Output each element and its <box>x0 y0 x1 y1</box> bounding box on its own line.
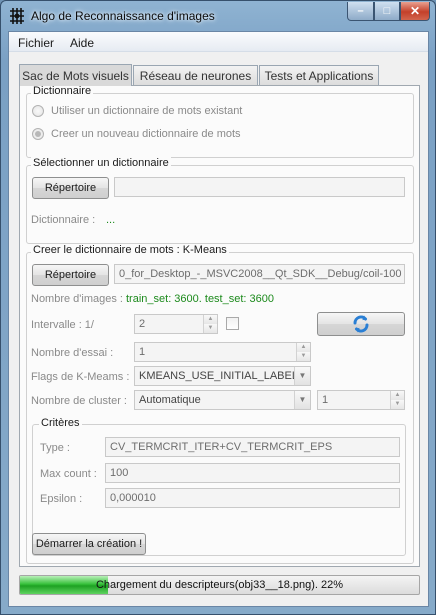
flags-label: Flags de K-Meams : <box>31 371 130 383</box>
window-title: Algo de Reconnaissance d'images <box>31 9 215 23</box>
flags-select[interactable]: KMEANS_USE_INITIAL_LABELS ▼ <box>134 366 311 386</box>
progress-text: Chargement du descripteurs(obj33__18.png… <box>95 579 344 591</box>
spin-down-icon[interactable]: ▼ <box>297 352 310 361</box>
max-count-field[interactable]: 100 <box>105 463 400 483</box>
criteria-type-field[interactable]: CV_TERMCRIT_ITER+CV_TERMCRIT_EPS <box>105 437 400 457</box>
dictionnaire-value: ... <box>106 214 116 226</box>
refresh-button[interactable] <box>317 312 405 336</box>
maximize-button[interactable]: □ <box>374 2 400 21</box>
spin-up-icon[interactable]: ▲ <box>391 391 404 400</box>
attempts-label: Nombre d'essai : <box>31 347 114 359</box>
kmeans-browse-button[interactable]: Répertoire <box>32 264 109 286</box>
spin-down-icon[interactable]: ▼ <box>391 400 404 409</box>
attempts-spinbox[interactable]: 1 ▲ ▼ <box>134 342 311 362</box>
selection-group-title: Sélectionner un dictionnaire <box>31 157 171 169</box>
epsilon-field[interactable]: 0,000010 <box>105 488 400 508</box>
interval-value: 2 <box>139 318 146 330</box>
menu-aide[interactable]: Aide <box>70 36 94 50</box>
interval-checkbox[interactable] <box>226 317 239 330</box>
interval-label: Intervalle : 1/ <box>31 319 94 331</box>
radio-new-label: Creer un nouveau dictionnaire de mots <box>51 128 241 140</box>
images-count-label: Nombre d'images : <box>31 293 123 305</box>
title-bar[interactable]: Algo de Reconnaissance d'images – □ ✕ <box>1 1 435 31</box>
tab-tests-applications[interactable]: Tests et Applications <box>259 65 379 85</box>
menu-bar: Fichier Aide <box>9 32 428 52</box>
dictionnaire-group <box>26 93 414 158</box>
attempts-spin-arrows[interactable]: ▲ ▼ <box>296 343 310 361</box>
chevron-down-icon[interactable]: ▼ <box>294 367 310 385</box>
interval-spinbox[interactable]: 2 ▲ ▼ <box>134 314 218 334</box>
close-button[interactable]: ✕ <box>400 2 430 21</box>
radio-existing-dictionary[interactable] <box>32 105 44 117</box>
minimize-button[interactable]: – <box>347 2 374 21</box>
selection-browse-button[interactable]: Répertoire <box>32 177 109 199</box>
kmeans-path-field[interactable]: 0_for_Desktop_-_MSVC2008__Qt_SDK__Debug/… <box>114 264 405 284</box>
max-count-label: Max count : <box>40 468 97 480</box>
chevron-down-icon[interactable]: ▼ <box>294 391 310 409</box>
dictionnaire-group-title: Dictionnaire <box>31 85 94 97</box>
clusters-value: 1 <box>322 394 329 406</box>
progress-bar: Chargement du descripteurs(obj33__18.png… <box>19 575 420 595</box>
tab-sac-de-mots[interactable]: Sac de Mots visuels <box>19 64 132 86</box>
client-area: Fichier Aide Sac de Mots visuels Réseau … <box>8 31 429 607</box>
menu-fichier[interactable]: Fichier <box>18 36 54 50</box>
minimize-icon: – <box>357 5 364 17</box>
application-window: Algo de Reconnaissance d'images – □ ✕ Fi… <box>0 0 436 615</box>
criteria-type-label: Type : <box>40 442 70 454</box>
clusters-spinbox[interactable]: 1 ▲ ▼ <box>317 390 405 410</box>
clusters-label: Nombre de cluster : <box>31 395 127 407</box>
start-creation-button[interactable]: Démarrer la création ! <box>32 533 146 555</box>
tab-panel: Dictionnaire Utiliser un dictionnaire de… <box>19 85 420 567</box>
dictionnaire-label: Dictionnaire : <box>31 214 96 226</box>
clusters-spin-arrows[interactable]: ▲ ▼ <box>390 391 404 409</box>
selection-path-field[interactable] <box>114 177 405 197</box>
radio-existing-label: Utiliser un dictionnaire de mots existan… <box>51 105 243 117</box>
clusters-mode-value: Automatique <box>139 394 201 406</box>
clusters-mode-select[interactable]: Automatique ▼ <box>134 390 311 410</box>
close-icon: ✕ <box>409 4 421 18</box>
images-count-value: train_set: 3600. test_set: 3600 <box>126 293 274 305</box>
grid-app-icon <box>10 8 24 24</box>
kmeans-group-title: Creer le dictionnaire de mots : K-Means <box>31 244 229 256</box>
spin-up-icon[interactable]: ▲ <box>204 315 217 324</box>
attempts-value: 1 <box>139 346 146 358</box>
interval-spin-arrows[interactable]: ▲ ▼ <box>203 315 217 333</box>
spin-down-icon[interactable]: ▼ <box>204 324 217 333</box>
epsilon-label: Epsilon : <box>40 493 83 505</box>
maximize-icon: □ <box>383 5 391 17</box>
radio-new-dictionary[interactable] <box>32 128 44 140</box>
tab-reseau-neurones[interactable]: Réseau de neurones <box>133 65 258 85</box>
criteria-group-title: Critères <box>39 417 82 429</box>
refresh-icon <box>353 315 369 333</box>
spin-up-icon[interactable]: ▲ <box>297 343 310 352</box>
flags-value: KMEANS_USE_INITIAL_LABELS <box>139 370 306 382</box>
